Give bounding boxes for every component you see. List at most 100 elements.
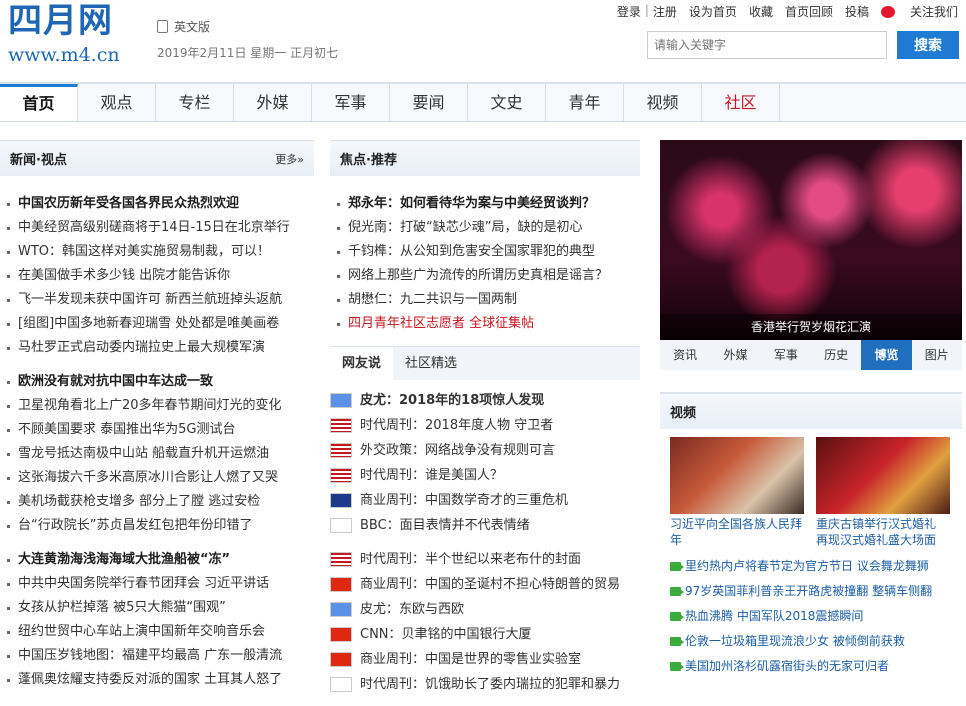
article-item[interactable]: 时代周刊：饥饿助长了委内瑞拉的犯罪和暴力: [330, 672, 640, 697]
article-title[interactable]: BBC：面目表情并不代表情绪: [360, 513, 530, 538]
news-item[interactable]: 这张海拔六千多米高原冰川合影让人燃了又哭: [0, 466, 314, 490]
video-thumbnail-image[interactable]: [816, 437, 950, 514]
news-item[interactable]: 卫星视角看北上广20多年春节期间灯光的变化: [0, 394, 314, 418]
news-item[interactable]: [组图]中国多地新春迎瑞雪 处处都是唯美画卷: [0, 312, 314, 336]
more-link[interactable]: 更多»: [275, 151, 304, 167]
video-item[interactable]: 热血沸腾 中国军队2018震撼瞬间: [670, 604, 952, 629]
article-item[interactable]: 商业周刊：中国是世界的零售业实验室: [330, 647, 640, 672]
article-title[interactable]: 商业周刊：中国是世界的零售业实验室: [360, 647, 581, 672]
article-title[interactable]: 皮尤：东欧与西欧: [360, 597, 464, 622]
video-thumbnail-image[interactable]: [670, 437, 804, 514]
news-item[interactable]: 胡懋仁：九二共识与一国两制: [330, 288, 640, 312]
tab-netfriends[interactable]: 网友说: [330, 347, 394, 380]
nav-history[interactable]: 文史: [468, 84, 546, 121]
tab-expo[interactable]: 博览: [861, 340, 912, 370]
nav-column[interactable]: 专栏: [156, 84, 234, 121]
tab-community-picks[interactable]: 社区精选: [393, 347, 469, 380]
article-item[interactable]: CNN：贝聿铭的中国银行大厦: [330, 622, 640, 647]
video-item[interactable]: 伦敦一垃圾箱里现流浪少女 被倾倒前获救: [670, 629, 952, 654]
article-title[interactable]: 时代周刊：半个世纪以来老布什的封面: [360, 547, 581, 572]
news-item[interactable]: 中共中央国务院举行春节团拜会 习近平讲话: [0, 572, 314, 596]
news-item[interactable]: 倪光南：打破“缺芯少魂”局，缺的是初心: [330, 216, 640, 240]
article-item[interactable]: 皮尤：东欧与西欧: [330, 597, 640, 622]
article-item[interactable]: 商业周刊：中国的圣诞村不担心特朗普的贸易: [330, 572, 640, 597]
video-title[interactable]: 伦敦一垃圾箱里现流浪少女 被倾倒前获救: [685, 629, 905, 654]
video-item[interactable]: 里约热内卢将春节定为官方节日 议会舞龙舞狮: [670, 554, 952, 579]
tab-military[interactable]: 军事: [761, 340, 811, 370]
news-item[interactable]: 飞一半发现未获中国许可 新西兰航班掉头返航: [0, 288, 314, 312]
set-home-link[interactable]: 设为首页: [689, 3, 737, 20]
favorite-link[interactable]: 收藏: [749, 3, 773, 20]
news-item[interactable]: 中国农历新年受各国各界民众热烈欢迎: [0, 192, 314, 216]
news-item[interactable]: 蓬佩奥炫耀支持委反对派的国家 土耳其人怒了: [0, 668, 314, 692]
tab-info[interactable]: 资讯: [660, 340, 710, 370]
news-item[interactable]: 郑永年：如何看待华为案与中美经贸谈判？: [330, 192, 640, 216]
tab-foreign-media[interactable]: 外媒: [710, 340, 760, 370]
news-item[interactable]: 台“行政院长”苏贞昌发红包把年份印错了: [0, 514, 314, 538]
site-url[interactable]: www.m4.cn: [8, 44, 120, 66]
news-item[interactable]: 不顾美国要求 泰国推出华为5G测试台: [0, 418, 314, 442]
video-thumb-caption[interactable]: 重庆古镇举行汉式婚礼 再现汉式婚礼盛大场面: [816, 516, 950, 548]
article-title[interactable]: 时代周刊：谁是美国人？: [360, 463, 503, 488]
login-link[interactable]: 登录: [617, 3, 641, 20]
news-item[interactable]: WTO：韩国这样对美实施贸易制裁，可以！: [0, 240, 314, 264]
video-thumb[interactable]: 重庆古镇举行汉式婚礼 再现汉式婚礼盛大场面: [816, 437, 950, 548]
news-item[interactable]: 女孩从护栏掉落 被5只大熊猫“围观”: [0, 596, 314, 620]
article-item[interactable]: 外交政策：网络战争没有规则可言: [330, 438, 640, 463]
news-item[interactable]: 中美经贸高级别磋商将于14日-15日在北京举行: [0, 216, 314, 240]
article-title[interactable]: 商业周刊：中国的圣诞村不担心特朗普的贸易: [360, 572, 620, 597]
video-thumb[interactable]: 习近平向全国各族人民拜年: [670, 437, 804, 548]
article-item[interactable]: 时代周刊：2018年度人物 守卫者: [330, 413, 640, 438]
video-title[interactable]: 美国加州洛杉矶露宿街头的无家可归者: [685, 654, 889, 679]
video-title[interactable]: 里约热内卢将春节定为官方节日 议会舞龙舞狮: [685, 554, 929, 579]
nav-community[interactable]: 社区: [702, 84, 780, 121]
video-item[interactable]: 97岁英国菲利普亲王开路虎被撞翻 整辆车侧翻: [670, 579, 952, 604]
tab-history[interactable]: 历史: [811, 340, 861, 370]
nav-home[interactable]: 首页: [0, 84, 78, 121]
video-title[interactable]: 97岁英国菲利普亲王开路虎被撞翻 整辆车侧翻: [685, 579, 932, 604]
news-item[interactable]: 马杜罗正式启动委内瑞拉史上最大规模军演: [0, 336, 314, 360]
nav-youth[interactable]: 青年: [546, 84, 624, 121]
homepage-review-link[interactable]: 首页回顾: [785, 3, 833, 20]
register-link[interactable]: 注册: [653, 3, 677, 20]
article-title[interactable]: 时代周刊：2018年度人物 守卫者: [360, 413, 553, 438]
english-version-label[interactable]: 英文版: [174, 18, 210, 35]
search-button[interactable]: 搜索: [897, 31, 959, 59]
search-input[interactable]: [647, 31, 887, 59]
news-item[interactable]: 大连黄渤海浅海海域大批渔船被“冻”: [0, 548, 314, 572]
nav-news[interactable]: 要闻: [390, 84, 468, 121]
news-item[interactable]: 四月青年社区志愿者 全球征集帖: [330, 312, 640, 336]
article-item[interactable]: BBC：面目表情并不代表情绪: [330, 513, 640, 538]
article-item[interactable]: 时代周刊：谁是美国人？: [330, 463, 640, 488]
article-title[interactable]: 外交政策：网络战争没有规则可言: [360, 438, 555, 463]
article-title[interactable]: CNN：贝聿铭的中国银行大厦: [360, 622, 532, 647]
nav-opinion[interactable]: 观点: [78, 84, 156, 121]
nav-military[interactable]: 军事: [312, 84, 390, 121]
article-title[interactable]: 时代周刊：饥饿助长了委内瑞拉的犯罪和暴力: [360, 672, 620, 697]
video-item[interactable]: 美国加州洛杉矶露宿街头的无家可归者: [670, 654, 952, 679]
english-version-link[interactable]: 英文版: [157, 18, 210, 35]
article-item[interactable]: 商业周刊：中国数学奇才的三重危机: [330, 488, 640, 513]
news-item[interactable]: 雪龙号抵达南极中山站 船载直升机开运燃油: [0, 442, 314, 466]
article-title[interactable]: 皮尤：2018年的18项惊人发现: [360, 388, 544, 413]
news-item[interactable]: 在美国做手术多少钱 出院才能告诉你: [0, 264, 314, 288]
news-item[interactable]: 中国压岁钱地图：福建平均最高 广东一般清流: [0, 644, 314, 668]
news-item[interactable]: 网络上那些广为流传的所谓历史真相是谣言？: [330, 264, 640, 288]
featured-photo[interactable]: 香港举行贺岁烟花汇演: [660, 140, 962, 340]
article-item[interactable]: 时代周刊：半个世纪以来老布什的封面: [330, 547, 640, 572]
submit-article-link[interactable]: 投稿: [845, 3, 869, 20]
news-item[interactable]: 纽约世贸中心车站上演中国新年交响音乐会: [0, 620, 314, 644]
tab-pictures[interactable]: 图片: [912, 340, 962, 370]
nav-video[interactable]: 视频: [624, 84, 702, 121]
video-thumb-caption[interactable]: 习近平向全国各族人民拜年: [670, 516, 804, 548]
follow-us-link[interactable]: 关注我们: [880, 3, 958, 20]
video-title[interactable]: 热血沸腾 中国军队2018震撼瞬间: [685, 604, 863, 629]
news-item[interactable]: 欧洲没有就对抗中国中车达成一致: [0, 370, 314, 394]
photo-caption[interactable]: 香港举行贺岁烟花汇演: [660, 314, 962, 340]
news-item[interactable]: 美机场截获枪支增多 部分上了膛 逃过安检: [0, 490, 314, 514]
nav-foreign-media[interactable]: 外媒: [234, 84, 312, 121]
article-item[interactable]: 皮尤：2018年的18项惊人发现: [330, 388, 640, 413]
site-logo[interactable]: 四月网: [8, 0, 113, 42]
news-item[interactable]: 千钧榫：从公知到危害安全国家罪犯的典型: [330, 240, 640, 264]
article-title[interactable]: 商业周刊：中国数学奇才的三重危机: [360, 488, 568, 513]
